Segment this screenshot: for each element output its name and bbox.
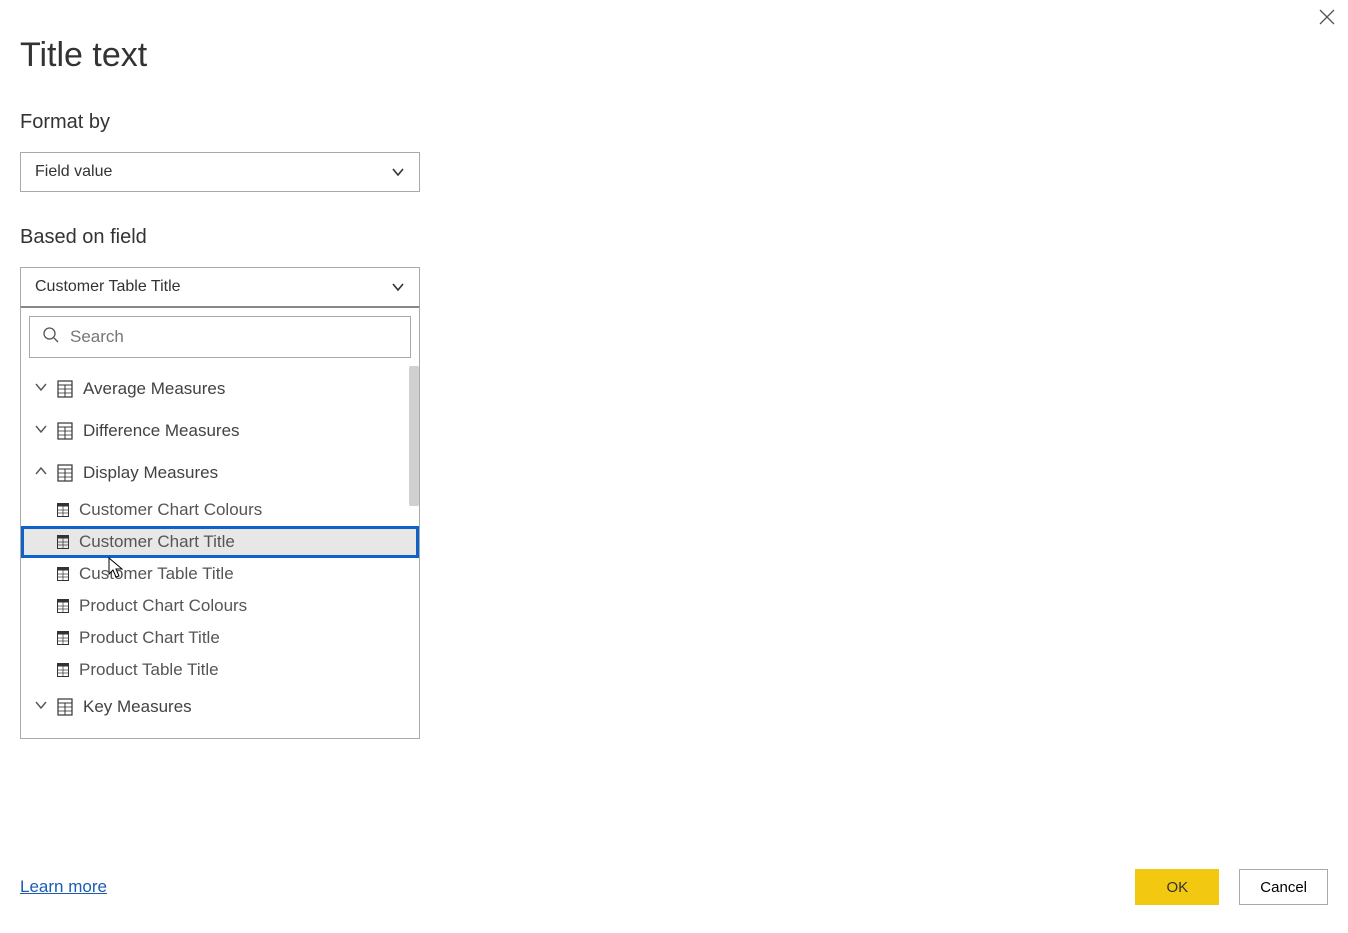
measure-icon (57, 631, 69, 645)
tree-leaf-label: Customer Chart Colours (79, 500, 262, 520)
close-button[interactable] (1318, 8, 1336, 30)
tree-leaf-customer-table-title[interactable]: Customer Table Title (21, 558, 419, 590)
measure-icon (57, 599, 69, 613)
tree-group-difference-measures[interactable]: Difference Measures (21, 410, 419, 452)
search-input[interactable] (70, 327, 398, 347)
tree-group-average-measures[interactable]: Average Measures (21, 368, 419, 410)
tree-leaf-label: Product Chart Colours (79, 596, 247, 616)
scrollbar-thumb[interactable] (409, 366, 419, 506)
measure-icon (57, 535, 69, 549)
format-by-label: Format by (20, 111, 1328, 134)
format-by-section: Format by Field value (20, 111, 1328, 192)
chevron-down-icon (391, 165, 405, 179)
ok-button[interactable]: OK (1135, 869, 1219, 905)
close-icon (1318, 6, 1336, 31)
tree-leaf-customer-chart-title[interactable]: Customer Chart Title (21, 526, 419, 558)
based-on-field-value: Customer Table Title (35, 278, 391, 296)
chevron-down-icon (391, 280, 405, 294)
measure-icon (57, 663, 69, 677)
tree-leaf-product-chart-colours[interactable]: Product Chart Colours (21, 590, 419, 622)
measure-icon (57, 567, 69, 581)
field-dropdown-panel: Average Measures Difference Measures Dis… (20, 306, 420, 739)
chevron-down-icon (35, 422, 47, 440)
chevron-down-icon (35, 698, 47, 716)
based-on-field-label: Based on field (20, 226, 1328, 249)
tree-leaf-label: Product Table Title (79, 660, 219, 680)
tree-leaf-label: Customer Table Title (79, 564, 234, 584)
tree-leaf-label: Product Chart Title (79, 628, 220, 648)
chevron-down-icon (35, 380, 47, 398)
measure-icon (57, 503, 69, 517)
table-calc-icon (57, 380, 73, 398)
based-on-field-section: Based on field Customer Table Title (20, 226, 1328, 739)
search-icon (42, 326, 60, 349)
tree-leaf-product-chart-title[interactable]: Product Chart Title (21, 622, 419, 654)
chevron-up-icon (35, 464, 47, 482)
based-on-field-dropdown[interactable]: Customer Table Title (20, 267, 420, 307)
field-tree: Average Measures Difference Measures Dis… (21, 366, 419, 738)
search-box[interactable] (29, 316, 411, 358)
dialog-title: Title text (20, 36, 1328, 75)
search-wrap (21, 308, 419, 366)
dialog-footer: Learn more OK Cancel (20, 869, 1328, 905)
footer-buttons: OK Cancel (1135, 869, 1328, 905)
learn-more-link[interactable]: Learn more (20, 877, 107, 897)
tree-leaf-label: Customer Chart Title (79, 532, 235, 552)
table-calc-icon (57, 698, 73, 716)
tree-group-label: Display Measures (83, 463, 218, 483)
format-by-dropdown[interactable]: Field value (20, 152, 420, 192)
tree-group-key-measures[interactable]: Key Measures (21, 686, 419, 728)
tree-scroll: Average Measures Difference Measures Dis… (21, 366, 419, 738)
table-calc-icon (57, 422, 73, 440)
cancel-button[interactable]: Cancel (1239, 869, 1328, 905)
tree-group-label: Difference Measures (83, 421, 240, 441)
tree-leaf-product-table-title[interactable]: Product Table Title (21, 654, 419, 686)
table-calc-icon (57, 464, 73, 482)
tree-group-display-measures[interactable]: Display Measures (21, 452, 419, 494)
tree-leaf-customer-chart-colours[interactable]: Customer Chart Colours (21, 494, 419, 526)
format-by-value: Field value (35, 163, 391, 181)
tree-group-label: Key Measures (83, 697, 192, 717)
tree-group-label: Average Measures (83, 379, 225, 399)
